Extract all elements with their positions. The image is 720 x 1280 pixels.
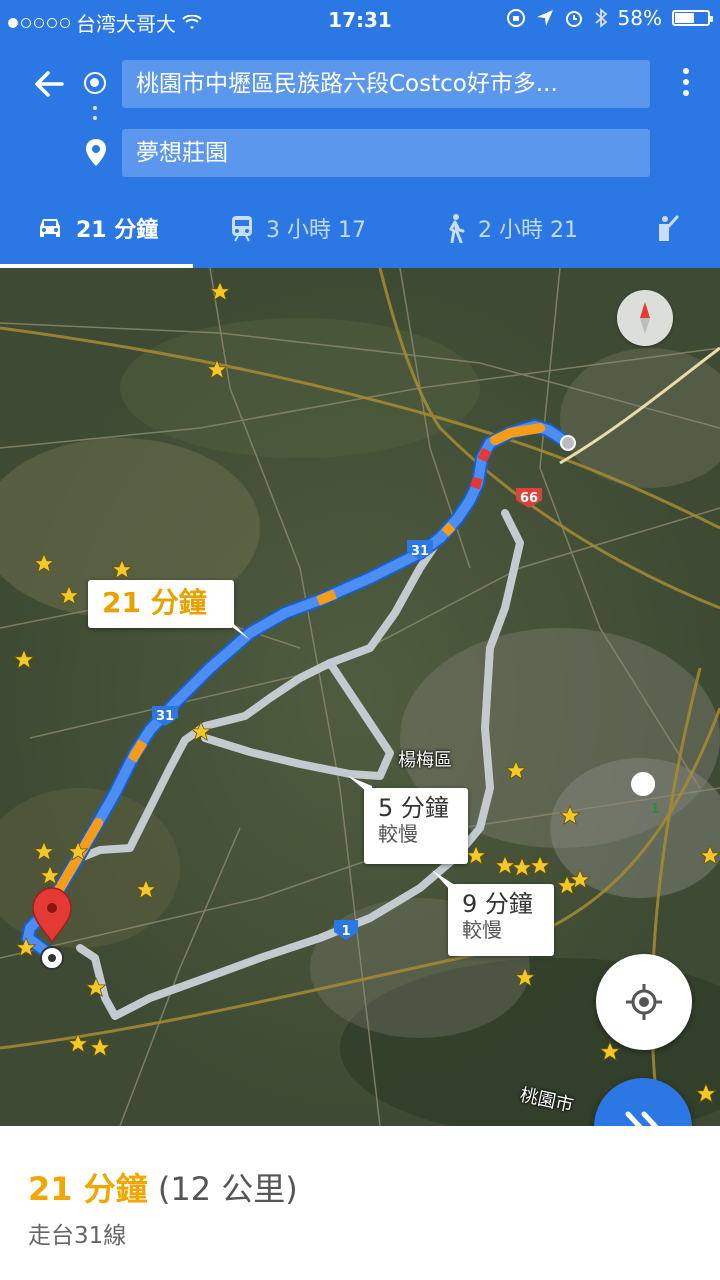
- my-location-button[interactable]: [596, 954, 692, 1050]
- back-arrow-icon[interactable]: [26, 60, 74, 108]
- status-bar: 台湾大哥大 17:31 58%: [0, 0, 720, 40]
- origin-circle-icon: [84, 72, 106, 94]
- train-icon: [232, 216, 252, 242]
- tab-transit[interactable]: 3 小時 17: [230, 188, 366, 268]
- route-duration: 21 分鐘: [28, 1170, 148, 1208]
- tab-walking[interactable]: 2 小時 21: [444, 188, 578, 268]
- location-arrow-icon: [536, 10, 553, 26]
- route-callout-main[interactable]: 21 分鐘: [88, 580, 234, 628]
- place-label-yangmei: 楊梅區: [398, 750, 452, 771]
- route-callout-alt1-time: 5 分鐘: [378, 794, 449, 822]
- route-callout-alt1-note: 較慢: [378, 822, 418, 846]
- tab-ride[interactable]: [654, 188, 680, 268]
- callout-tail: [432, 870, 456, 890]
- origin-field[interactable]: 桃園市中壢區民族路六段Costco好市多...: [122, 60, 650, 108]
- route-callout-alt1[interactable]: 5 分鐘 較慢: [364, 788, 468, 864]
- route-summary-panel[interactable]: 21 分鐘 (12 公里) 走台31線: [0, 1126, 720, 1280]
- route-via: 走台31線: [28, 1223, 127, 1249]
- route-dots-icon: [93, 106, 97, 126]
- shield-66: 66: [520, 491, 538, 506]
- car-icon: [40, 219, 60, 237]
- shield-31-b: 31: [156, 709, 174, 724]
- destination-field[interactable]: 夢想莊園: [122, 129, 650, 177]
- rotation-lock-icon: [506, 9, 525, 27]
- map-view[interactable]: 31 31 66 1 1 21 分鐘 5 分鐘 較慢 9 分鐘 較慢 楊梅區 桃…: [0, 268, 720, 1126]
- double-chevron-icon: [625, 1111, 659, 1126]
- route-callout-alt2-time: 9 分鐘: [462, 890, 533, 918]
- battery-percent: 58%: [617, 6, 662, 30]
- alarm-icon: [565, 11, 582, 27]
- directions-header: 桃園市中壢區民族路六段Costco好市多... 夢想莊園 21 分鐘 3 小時 …: [0, 40, 720, 268]
- more-options-icon[interactable]: [674, 68, 698, 100]
- start-navigation-button[interactable]: [594, 1078, 692, 1126]
- battery-icon: [672, 10, 713, 26]
- callout-tail: [228, 624, 250, 640]
- walk-icon: [449, 214, 465, 243]
- route-callout-alt2-note: 較慢: [462, 918, 502, 942]
- compass-button[interactable]: [617, 290, 673, 346]
- compass-icon: [640, 302, 650, 334]
- shield-1-b: 1: [650, 802, 659, 817]
- tab-driving[interactable]: 21 分鐘: [36, 188, 158, 268]
- callout-tail: [348, 776, 372, 796]
- route-callout-alt2[interactable]: 9 分鐘 較慢: [448, 884, 554, 956]
- ride-icon: [659, 215, 679, 241]
- shield-1-a: 1: [341, 924, 350, 939]
- tab-driving-label: 21 分鐘: [76, 218, 159, 243]
- route-distance: (12 公里): [157, 1170, 298, 1208]
- destination-pin-icon: [86, 139, 106, 166]
- shield-31-a: 31: [411, 544, 429, 559]
- tab-walking-label: 2 小時 21: [478, 218, 578, 243]
- bluetooth-icon: [594, 8, 607, 28]
- crosshair-icon: [626, 984, 662, 1020]
- tab-transit-label: 3 小時 17: [266, 218, 366, 243]
- route-callout-main-time: 21 分鐘: [102, 586, 207, 619]
- travel-mode-tabs: 21 分鐘 3 小時 17 2 小時 21: [0, 188, 720, 268]
